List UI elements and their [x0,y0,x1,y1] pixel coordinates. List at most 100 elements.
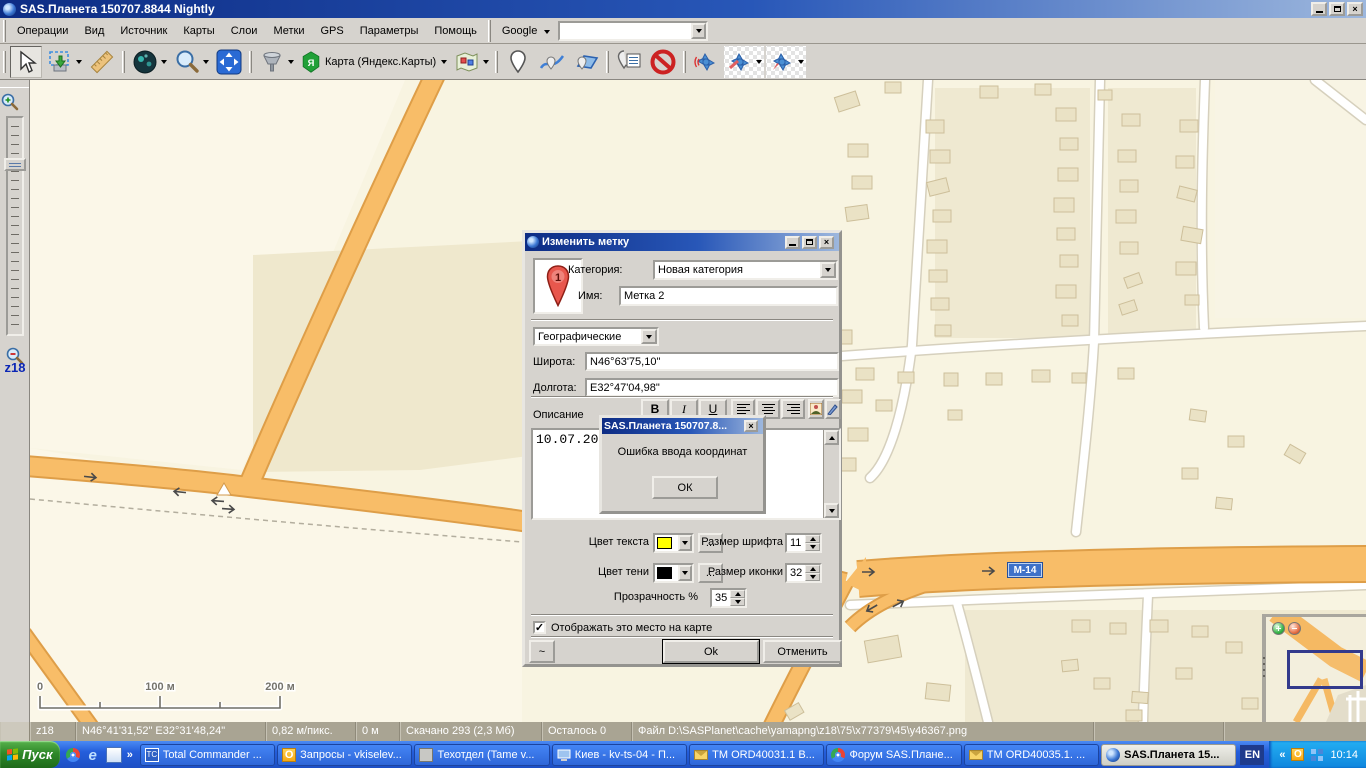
shadow-color-dropdown[interactable] [678,565,692,581]
error-ok-button[interactable]: ОК [652,476,718,499]
minimize-button[interactable] [1311,2,1327,16]
task-tech-dept[interactable]: Техотдел (Tame v... [414,744,549,766]
task-remote-desktop[interactable]: Киев - kv-ts-04 - П... [552,744,687,766]
latitude-input[interactable]: N46°63'75,10" [585,352,839,371]
align-right-button[interactable] [781,399,805,419]
placemark-manager-button[interactable] [613,46,645,78]
menu-help[interactable]: Помощь [426,21,485,41]
tilde-button[interactable]: ~ [529,640,555,663]
spin-up-button[interactable] [805,565,820,573]
full-map-view-button[interactable] [129,46,169,78]
menu-view[interactable]: Вид [76,21,112,41]
add-path-button[interactable] [536,46,568,78]
coord-system-dropdown-button[interactable] [641,329,657,344]
tray-outlook-icon[interactable]: O [1291,748,1304,761]
text-color-combobox[interactable] [653,533,694,553]
zoom-slider[interactable] [6,116,24,336]
scroll-down-button[interactable] [824,503,839,518]
insert-link-button[interactable] [825,399,841,419]
pan-tool-button[interactable] [10,46,42,78]
close-button[interactable]: × [1347,2,1363,16]
opacity-spinner[interactable]: 35 [710,588,747,608]
restore-button[interactable] [1329,2,1345,16]
menu-layers[interactable]: Слои [223,21,266,41]
hide-placemarks-button[interactable] [647,46,679,78]
tray-collapse-chevron[interactable]: « [1279,749,1285,761]
add-placemark-button[interactable] [502,46,534,78]
ruler-tool-button[interactable] [86,46,118,78]
show-desktop-icon[interactable] [106,747,122,763]
gps-connect-toggle[interactable] [724,46,764,78]
category-combobox[interactable]: Новая категория [653,260,838,280]
menu-maps[interactable]: Карты [175,21,222,41]
dialog-minimize-button[interactable] [785,236,800,249]
google-search-input[interactable] [558,21,708,41]
spin-down-button[interactable] [805,573,820,581]
language-indicator[interactable]: EN [1240,745,1264,765]
minimap-splitter[interactable] [1263,657,1265,681]
dialog-titlebar[interactable]: Изменить метку × [525,233,839,251]
menu-settings[interactable]: Параметры [352,21,427,41]
task-mail-ord40035[interactable]: TM ORD40035.1. ... [964,744,1099,766]
spin-down-button[interactable] [730,598,745,606]
layers-selector[interactable] [451,46,491,78]
tray-network-icon[interactable] [1310,748,1324,762]
task-mail-ord40031[interactable]: TM ORD40031.1 B... [689,744,824,766]
add-polygon-button[interactable] [570,46,602,78]
ok-button[interactable]: Ok [663,640,759,663]
internet-explorer-icon[interactable]: e [85,747,101,763]
coord-system-combobox[interactable]: Географические [533,327,659,346]
task-total-commander[interactable]: TC Total Commander ... [140,744,275,766]
quick-launch-overflow-chevron[interactable]: » [127,749,133,761]
error-dialog-titlebar[interactable]: SAS.Планета 150707.8... × [602,418,763,434]
fullscreen-button[interactable] [213,46,245,78]
spin-up-button[interactable] [730,590,745,598]
shadow-color-combobox[interactable] [653,563,694,583]
text-color-dropdown[interactable] [678,535,692,551]
scroll-up-button[interactable] [824,430,839,445]
show-on-map-checkbox[interactable]: ✓ [533,621,546,634]
spin-up-button[interactable] [805,535,820,543]
google-search-dropdown[interactable] [691,23,706,39]
zoom-slider-handle[interactable] [4,158,26,171]
selection-tool-button[interactable] [44,46,84,78]
menu-source[interactable]: Источник [112,21,175,41]
rebar-grip[interactable] [488,20,491,42]
minimap-viewport-rect[interactable] [1287,650,1363,689]
dialog-maximize-button[interactable] [802,236,817,249]
minimap-zoom-out-button[interactable] [1288,622,1301,635]
name-input[interactable]: Метка 2 [619,286,838,306]
google-search-button[interactable]: Google [494,21,559,41]
description-scrollbar[interactable] [823,430,839,518]
minimap-zoom-in-button[interactable] [1272,622,1285,635]
minimap-panel[interactable] [1262,614,1366,722]
icon-size-spinner[interactable]: 32 [785,563,822,583]
scale-label-200: 200 м [265,681,295,693]
font-size-spinner[interactable]: 11 [785,533,822,553]
zoom-tool-button[interactable] [171,46,211,78]
cache-storage-button[interactable] [256,46,296,78]
longitude-value: E32°47'04,98" [590,382,660,394]
menu-marks[interactable]: Метки [265,21,312,41]
rebar-grip[interactable] [3,51,6,73]
category-dropdown-button[interactable] [820,262,836,278]
insert-image-button[interactable] [808,399,824,419]
spin-down-button[interactable] [805,543,820,551]
longitude-input[interactable]: E32°47'04,98" [585,378,839,397]
map-type-selector[interactable]: Я Карта (Яндекс.Карты) [298,48,449,76]
error-close-button[interactable]: × [744,420,758,432]
menu-operations[interactable]: Операции [9,21,76,41]
chrome-icon[interactable] [66,748,80,762]
task-outlook-requests[interactable]: O Запросы - vkiselev... [277,744,412,766]
start-button[interactable]: Пуск [0,741,60,768]
gps-status-button[interactable] [690,46,722,78]
zoom-in-icon[interactable] [0,92,20,112]
rebar-grip[interactable] [3,20,6,42]
menu-gps[interactable]: GPS [313,21,352,41]
cancel-button[interactable]: Отменить [763,640,842,663]
envelope-icon [969,750,983,760]
gps-track-toggle[interactable] [766,46,806,78]
task-forum-sas[interactable]: Форум SAS.Плане... [826,744,961,766]
dialog-close-button[interactable]: × [819,236,834,249]
task-sas-planet[interactable]: SAS.Планета 15... [1101,744,1236,766]
